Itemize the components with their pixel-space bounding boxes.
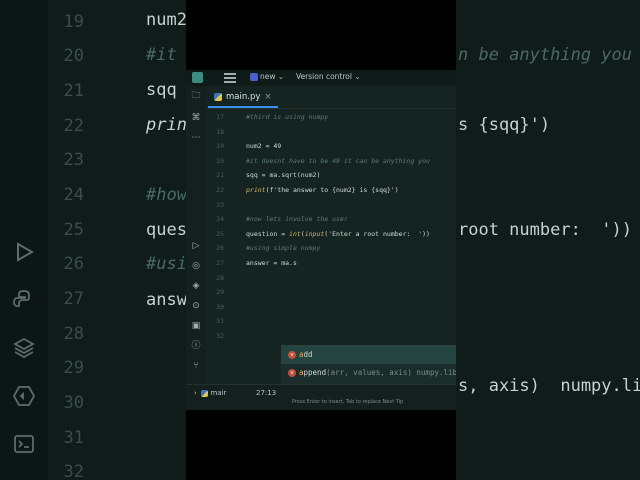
tab-main-py[interactable]: main.py × (208, 88, 278, 108)
git-icon[interactable]: ⑂ (190, 360, 202, 372)
version-control-menu[interactable]: Version control ⌄ (296, 72, 361, 81)
line-number: 24 (216, 215, 224, 224)
line-number: 30 (216, 302, 224, 311)
python-file-icon (214, 92, 222, 101)
app-logo-icon (192, 72, 203, 83)
more-icon[interactable]: ⋯ (190, 132, 202, 144)
tool-sidebar: 🗀 ⌘ ⋯ ▷ ◎ ◈ ⊙ ▣ ⓘ ⑂ (186, 86, 206, 410)
line-number: 25 (216, 229, 224, 238)
services-icon[interactable]: ⊙ (190, 300, 202, 312)
code-line[interactable]: #it doesnt have to be 49 it can be anyth… (246, 157, 430, 165)
python-console-icon[interactable]: ◎ (190, 260, 202, 272)
problems-icon[interactable]: ⓘ (190, 340, 202, 352)
line-number: 21 (216, 171, 224, 180)
ide-window: new ⌄ Version control ⌄ 🗀 ⌘ ⋯ ▷ ◎ ◈ ⊙ ▣ … (186, 70, 456, 410)
code-line[interactable]: num2 = 49 (246, 142, 281, 150)
completion-hint: Press Enter to insert, Tab to replace Ne… (292, 399, 404, 405)
run-icon[interactable]: ▷ (190, 240, 202, 252)
background-sidebar (0, 0, 48, 480)
code-line[interactable]: #using simple numpy (246, 244, 320, 252)
line-number: 27 (216, 259, 224, 267)
main-menu-icon[interactable] (224, 73, 236, 83)
background-line-numbers: 19 20 21 22 23 24 25 26 27 28 29 30 31 3… (63, 12, 84, 480)
project-selector[interactable]: new ⌄ (250, 72, 284, 81)
python-icon (13, 290, 30, 307)
code-line[interactable]: #now lets involve the user (246, 215, 348, 223)
folder-icon[interactable]: 🗀 (190, 90, 202, 102)
terminal-icon (14, 435, 34, 453)
run-icon (17, 242, 35, 262)
python-interpreter-icon (201, 389, 209, 397)
code-line[interactable]: print(f'the answer to {num2} is {sqq}') (246, 186, 399, 194)
code-line[interactable]: answer = ma.s (246, 259, 297, 267)
line-number: 26 (216, 244, 224, 253)
status-bar: › mair 27:13 Press Enter to insert, Tab … (186, 384, 456, 410)
services-icon (12, 386, 36, 406)
line-number: 18 (216, 127, 224, 136)
structure-icon[interactable]: ⌘ (190, 112, 202, 124)
line-number: 20 (216, 156, 224, 165)
code-line[interactable]: question = int(input('Enter a root numbe… (246, 230, 430, 238)
project-icon (250, 73, 258, 81)
close-tab-icon[interactable]: × (264, 92, 271, 102)
terminal-icon[interactable]: ▣ (190, 320, 202, 332)
variable-icon: v (288, 368, 296, 377)
code-line[interactable]: #third is using numpy (246, 113, 328, 121)
variable-icon: v (288, 351, 296, 359)
branch-widget[interactable]: › mair (194, 389, 226, 397)
line-number: 19 (216, 142, 224, 151)
line-number: 17 (216, 113, 224, 121)
line-number: 28 (216, 273, 224, 282)
code-line[interactable]: sqq = ma.sqrt(num2) (246, 171, 320, 179)
layers-icon[interactable]: ◈ (190, 280, 202, 292)
editor-tabs: main.py × (206, 86, 456, 109)
line-number: 22 (216, 186, 224, 194)
line-number: 31 (216, 317, 224, 326)
cursor-position[interactable]: 27:13 (256, 389, 276, 397)
line-number: 23 (216, 200, 224, 209)
line-number: 32 (216, 332, 224, 340)
completion-item[interactable]: v add (281, 346, 456, 364)
title-bar: new ⌄ Version control ⌄ (186, 70, 456, 86)
layers-icon (13, 337, 35, 359)
line-number: 29 (216, 288, 224, 297)
completion-item[interactable]: v append(arr, values, axis) numpy.lib (281, 364, 456, 382)
code-editor[interactable]: 17 #third is using numpy 18 19 num2 = 49 20 #i… (206, 109, 456, 384)
